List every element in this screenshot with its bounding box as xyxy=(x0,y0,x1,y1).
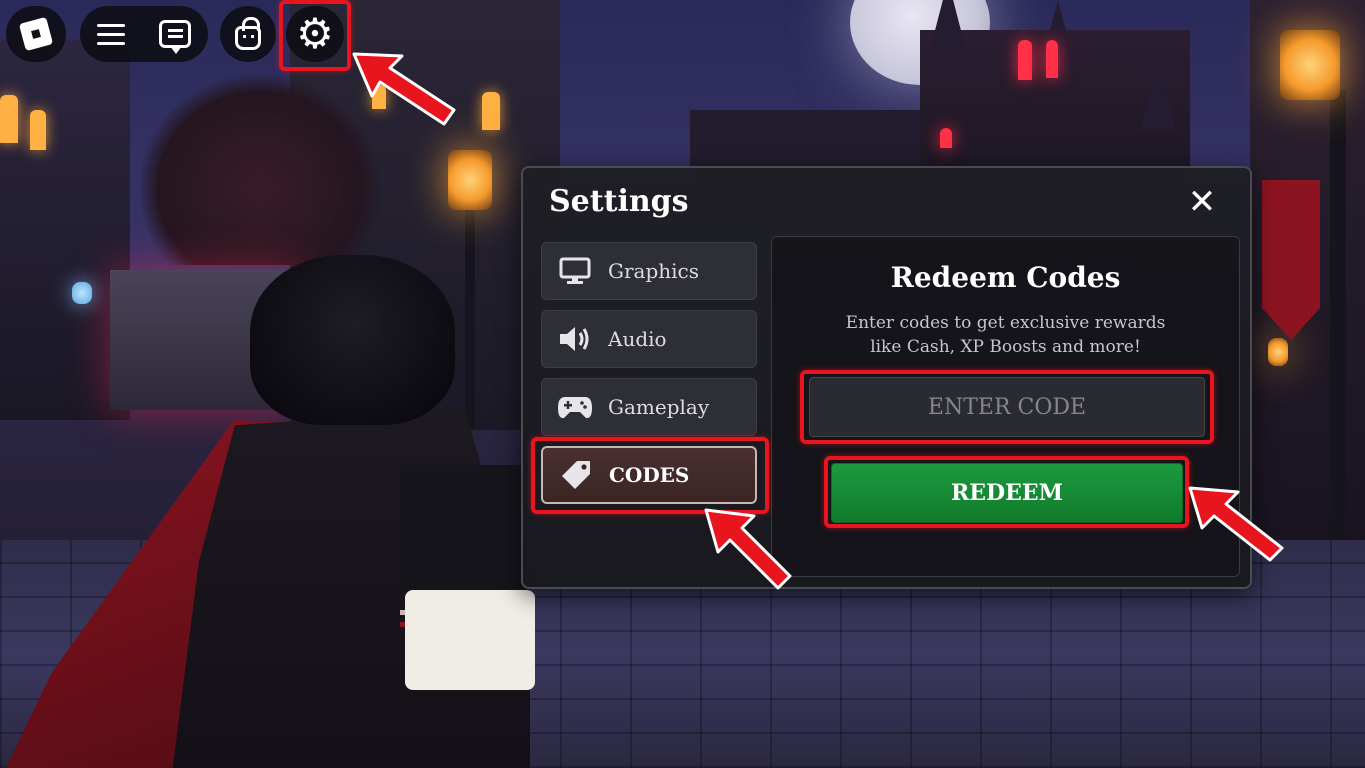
gargoyle-statue xyxy=(140,75,380,265)
backpack-button[interactable] xyxy=(220,6,276,62)
speaker-icon xyxy=(542,325,608,353)
redeem-title: Redeem Codes xyxy=(890,261,1121,294)
window-lit xyxy=(0,95,18,143)
castle-spire xyxy=(930,0,966,50)
menu-button[interactable] xyxy=(91,18,131,51)
hamburger-menu-icon xyxy=(97,23,125,45)
character-hair xyxy=(250,255,455,425)
tab-gameplay-label: Gameplay xyxy=(608,395,710,419)
lamp-light xyxy=(448,150,492,210)
roblox-menu-button[interactable] xyxy=(6,6,66,62)
codes-tab-highlight-box xyxy=(531,437,769,514)
window-red xyxy=(1046,40,1058,78)
redeem-button-highlight-box xyxy=(824,456,1189,528)
tab-graphics[interactable]: Graphics xyxy=(541,242,757,300)
tab-audio[interactable]: Audio xyxy=(541,310,757,368)
lamp-light xyxy=(72,282,92,304)
settings-highlight-box xyxy=(279,0,351,71)
lamp-post xyxy=(1330,90,1346,540)
window-lit xyxy=(482,92,500,130)
tab-audio-label: Audio xyxy=(608,327,667,351)
code-input-highlight-box xyxy=(800,370,1214,444)
lamp-light xyxy=(1268,338,1288,366)
backpack-icon xyxy=(235,17,261,50)
lamp-post xyxy=(465,210,475,430)
lamp-light xyxy=(1280,30,1340,100)
tab-graphics-label: Graphics xyxy=(608,259,700,283)
tab-gameplay[interactable]: Gameplay xyxy=(541,378,757,436)
roblox-logo-icon xyxy=(18,16,54,52)
chat-icon xyxy=(159,20,191,54)
chat-button[interactable] xyxy=(153,14,197,54)
red-banner xyxy=(1262,180,1320,340)
arrow-to-settings-icon xyxy=(352,52,456,126)
menu-chat-group xyxy=(80,6,208,62)
arrow-to-redeem-button-icon xyxy=(1188,486,1284,562)
monitor-icon xyxy=(542,257,608,285)
redeem-description-line-2: like Cash, XP Boosts and more! xyxy=(870,337,1141,357)
gamepad-icon xyxy=(542,394,608,420)
redeem-description: Enter codes to get exclusive rewards lik… xyxy=(812,311,1199,359)
castle-spire xyxy=(1140,60,1176,130)
settings-title: Settings xyxy=(549,184,689,219)
window-red xyxy=(1018,40,1032,80)
arrow-to-codes-tab-icon xyxy=(704,508,792,590)
close-icon[interactable]: ✕ xyxy=(1184,184,1220,220)
window-red xyxy=(940,128,952,148)
redeem-description-line-1: Enter codes to get exclusive rewards xyxy=(845,313,1166,333)
character-hand xyxy=(405,590,535,690)
window-lit xyxy=(30,110,46,150)
